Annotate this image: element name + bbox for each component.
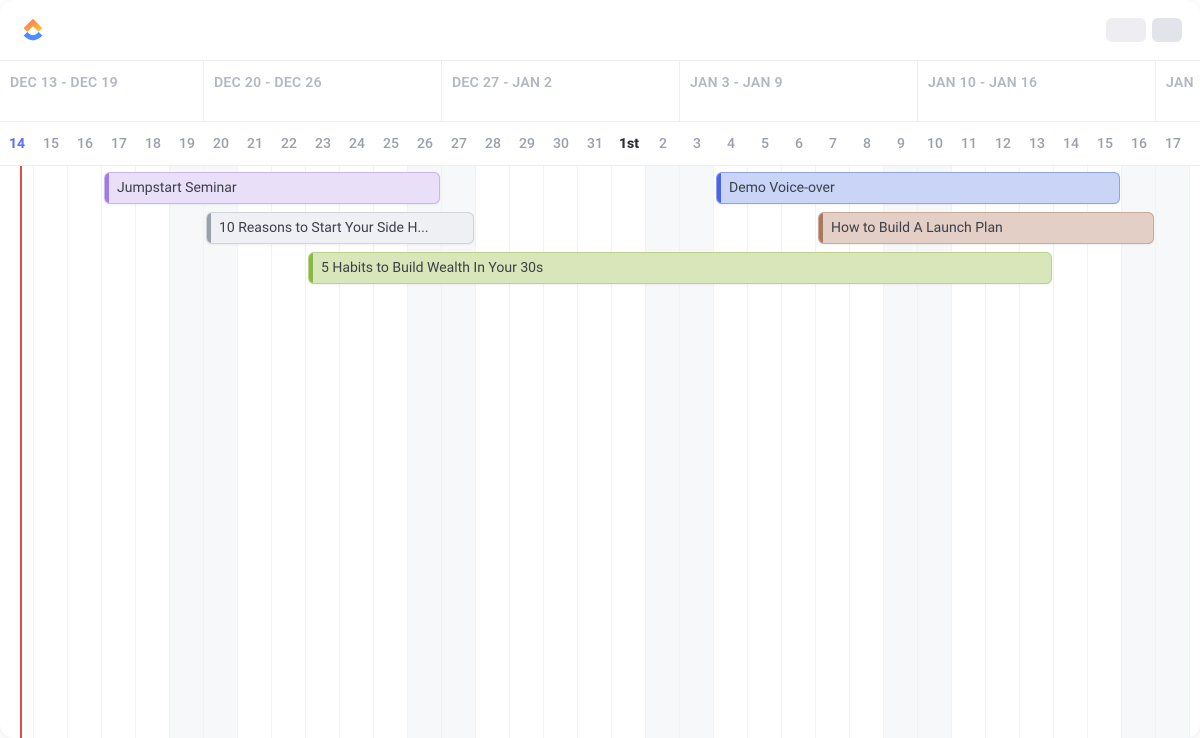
day-header[interactable]: 17 [1156, 136, 1190, 152]
day-header[interactable]: 28 [476, 136, 510, 152]
day-header[interactable]: 30 [544, 136, 578, 152]
day-header[interactable]: 22 [272, 136, 306, 152]
view-toggle-button[interactable] [1106, 18, 1146, 42]
task-bar-status-edge [309, 253, 313, 283]
week-header: DEC 13 - DEC 19 [0, 61, 204, 121]
day-header[interactable]: 21 [238, 136, 272, 152]
task-bar-title: 10 Reasons to Start Your Side H... [219, 220, 429, 236]
today-indicator-line [20, 166, 22, 738]
task-bar-title: Demo Voice-over [729, 180, 835, 196]
week-header: DEC 20 - DEC 26 [204, 61, 442, 121]
day-header[interactable]: 23 [306, 136, 340, 152]
week-header: JAN 3 - JAN 9 [680, 61, 918, 121]
day-header[interactable]: 3 [680, 136, 714, 152]
day-header[interactable]: 29 [510, 136, 544, 152]
weeks-header: DEC 13 - DEC 19 DEC 20 - DEC 26 DEC 27 - J… [0, 60, 1200, 122]
day-header[interactable]: 27 [442, 136, 476, 152]
top-right-controls [1106, 18, 1182, 42]
week-header: DEC 27 - JAN 2 [442, 61, 680, 121]
week-label: JAN [1166, 75, 1194, 91]
week-label: DEC 13 - DEC 19 [10, 75, 118, 91]
task-bar-status-edge [819, 213, 823, 243]
day-header[interactable]: 11 [952, 136, 986, 152]
day-header[interactable]: 15 [34, 136, 68, 152]
day-header[interactable]: 20 [204, 136, 238, 152]
day-header[interactable]: 13 [1020, 136, 1054, 152]
week-label: DEC 20 - DEC 26 [214, 75, 322, 91]
app-window: DEC 13 - DEC 19 DEC 20 - DEC 26 DEC 27 - J… [0, 0, 1200, 738]
view-settings-button[interactable] [1152, 18, 1182, 42]
day-header[interactable]: 16 [1122, 136, 1156, 152]
days-row: 1415161718192021222324252627282930311st2… [0, 122, 1200, 166]
day-header[interactable]: 16 [68, 136, 102, 152]
day-header[interactable]: 6 [782, 136, 816, 152]
task-bar-status-edge [717, 173, 721, 203]
timeline-body[interactable]: Jumpstart Seminar 10 Reasons to Start You… [0, 166, 1200, 738]
day-header[interactable]: 4 [714, 136, 748, 152]
day-header[interactable]: 31 [578, 136, 612, 152]
day-header[interactable]: 24 [340, 136, 374, 152]
task-bar-status-edge [105, 173, 109, 203]
day-header[interactable]: 5 [748, 136, 782, 152]
task-bar-title: 5 Habits to Build Wealth In Your 30s [321, 260, 543, 276]
week-label: JAN 3 - JAN 9 [690, 75, 783, 91]
day-header[interactable]: 25 [374, 136, 408, 152]
day-header[interactable]: 8 [850, 136, 884, 152]
day-header[interactable]: 9 [884, 136, 918, 152]
task-bar-title: Jumpstart Seminar [117, 180, 237, 196]
task-bar-status-edge [207, 213, 211, 243]
day-header[interactable]: 19 [170, 136, 204, 152]
week-header: JAN 10 - JAN 16 [918, 61, 1156, 121]
task-bar[interactable]: 10 Reasons to Start Your Side H... [206, 212, 474, 244]
task-bar[interactable]: 5 Habits to Build Wealth In Your 30s [308, 252, 1052, 284]
day-header[interactable]: 1st [612, 136, 646, 152]
task-bar[interactable]: Demo Voice-over [716, 172, 1120, 204]
day-header[interactable]: 14 [0, 136, 34, 152]
week-header: JAN [1156, 61, 1200, 121]
day-header[interactable]: 7 [816, 136, 850, 152]
day-header[interactable]: 10 [918, 136, 952, 152]
app-logo-icon [18, 15, 48, 45]
week-label: JAN 10 - JAN 16 [928, 75, 1037, 91]
day-header[interactable]: 2 [646, 136, 680, 152]
week-label: DEC 27 - JAN 2 [452, 75, 552, 91]
day-header[interactable]: 17 [102, 136, 136, 152]
top-bar [0, 0, 1200, 60]
day-header[interactable]: 14 [1054, 136, 1088, 152]
day-header[interactable]: 12 [986, 136, 1020, 152]
task-bar[interactable]: How to Build A Launch Plan [818, 212, 1154, 244]
day-header[interactable]: 26 [408, 136, 442, 152]
day-header[interactable]: 18 [136, 136, 170, 152]
task-bar[interactable]: Jumpstart Seminar [104, 172, 440, 204]
timeline-bars: Jumpstart Seminar 10 Reasons to Start You… [0, 166, 1200, 738]
task-bar-title: How to Build A Launch Plan [831, 220, 1003, 236]
day-header[interactable]: 15 [1088, 136, 1122, 152]
